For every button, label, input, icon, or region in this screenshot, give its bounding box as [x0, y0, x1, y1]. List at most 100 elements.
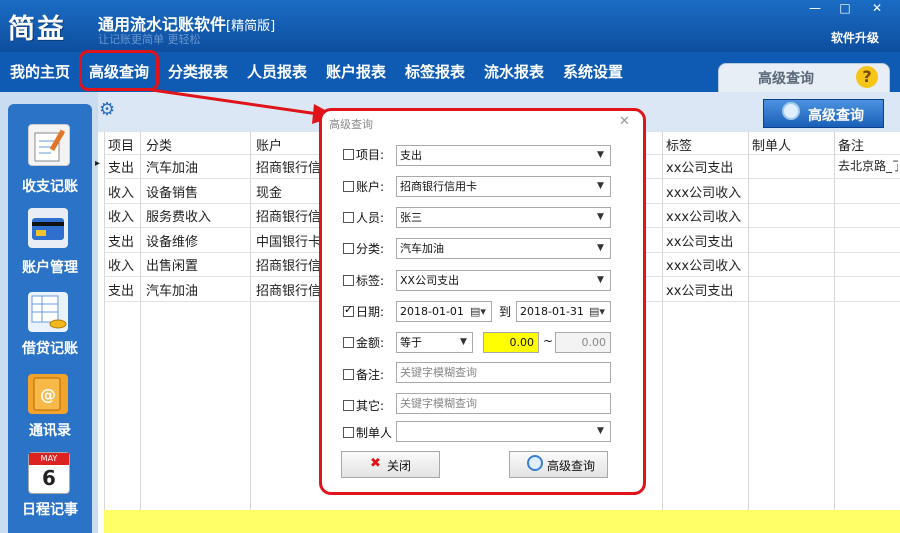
category-select[interactable]: 汽车加油 — [396, 238, 611, 259]
amount-label: 金额: — [356, 336, 385, 350]
nav-home[interactable]: 我的主页 — [10, 61, 70, 82]
cell-category: 设备销售 — [146, 185, 199, 201]
cell-tag: xxx公司收入 — [666, 210, 742, 225]
note-placeholder: 关键字模糊查询 — [400, 366, 477, 379]
date-label: 日期: — [356, 305, 385, 319]
dialog-search-button-label: 高级查询 — [547, 459, 596, 473]
app-edition: [精简版] — [226, 19, 276, 34]
sidebar-item-contacts[interactable]: 通讯录 — [8, 420, 92, 440]
maker-checkbox[interactable] — [343, 427, 354, 438]
note-checkbox[interactable] — [343, 369, 354, 380]
nav-flow-report[interactable]: 流水报表 — [484, 61, 544, 82]
nav-settings[interactable]: 系统设置 — [563, 61, 623, 82]
header-item[interactable]: 项目 — [108, 135, 134, 154]
nav-account-report[interactable]: 账户报表 — [326, 61, 386, 82]
dialog-close-icon[interactable]: ✕ — [619, 114, 630, 129]
highlight-frame-nav — [79, 50, 159, 91]
cell-account: 中国银行卡 — [256, 234, 322, 250]
cell-account: 招商银行信 — [256, 161, 322, 176]
nav-person-report[interactable]: 人员报表 — [247, 61, 307, 82]
minimize-button[interactable]: — — [804, 0, 826, 16]
header-account[interactable]: 账户 — [256, 135, 282, 154]
sidebar-item-loans[interactable]: 借贷记账 — [8, 338, 92, 358]
header-note[interactable]: 备注 — [838, 135, 864, 154]
coins-icon — [28, 292, 68, 332]
card-icon — [28, 208, 68, 248]
maker-select[interactable] — [396, 421, 611, 442]
date-to-label: 到 — [499, 305, 512, 319]
help-icon[interactable]: ? — [856, 66, 878, 88]
chevron-down-icon: ▼ — [597, 212, 604, 222]
sidebar-item-schedule[interactable]: 日程记事 — [8, 499, 92, 519]
header-maker[interactable]: 制单人 — [752, 135, 791, 154]
chevron-down-icon: ▼ — [460, 337, 467, 347]
account-value: 招商银行信用卡 — [400, 180, 477, 193]
item-label: 项目: — [356, 148, 385, 162]
calendar-month: MAY — [29, 453, 69, 465]
cell-category: 设备维修 — [146, 234, 199, 250]
item-value: 支出 — [400, 149, 422, 162]
cell-tag: xxx公司收入 — [666, 259, 742, 274]
cell-category: 出售闲置 — [146, 259, 199, 274]
sidebar-item-accounts[interactable]: 账户管理 — [8, 257, 92, 277]
header-tag[interactable]: 标签 — [666, 135, 692, 154]
close-window-button[interactable]: ✕ — [866, 0, 888, 16]
date-checkbox[interactable] — [343, 303, 354, 317]
person-label: 人员: — [356, 211, 385, 225]
cell-item: 收入 — [108, 185, 135, 201]
annotation-arrow — [151, 88, 336, 124]
svg-text:@: @ — [40, 385, 56, 404]
account-checkbox[interactable] — [343, 181, 354, 192]
calendar-day: 6 — [42, 466, 56, 490]
close-icon: ✖ — [370, 456, 381, 471]
person-checkbox[interactable] — [343, 212, 354, 223]
amount-min-input[interactable]: 0.00 — [483, 332, 539, 353]
category-checkbox[interactable] — [343, 243, 354, 254]
cell-account: 招商银行信 — [256, 210, 322, 225]
cell-tag: xxx公司收入 — [666, 185, 742, 201]
summary-bar — [104, 510, 900, 533]
cell-item: 支出 — [108, 283, 135, 299]
amount-max-value: 0.00 — [581, 336, 607, 349]
amount-operator-value: 等于 — [400, 336, 422, 349]
other-placeholder: 关键字模糊查询 — [400, 397, 477, 410]
chevron-down-icon: ▼ — [597, 181, 604, 191]
date-from-value: 2018-01-01 — [400, 305, 464, 318]
note-input[interactable]: 关键字模糊查询 — [396, 362, 611, 383]
calendar-icon: MAY 6 — [28, 452, 70, 494]
upgrade-link[interactable]: 软件升级 — [831, 29, 879, 46]
chevron-down-icon: ▼ — [597, 243, 604, 253]
gear-icon[interactable]: ⚙ — [99, 101, 117, 119]
note-label: 备注: — [356, 368, 385, 382]
tag-value: XX公司支出 — [400, 274, 460, 287]
amount-max-input[interactable]: 0.00 — [555, 332, 611, 353]
item-checkbox[interactable] — [343, 149, 354, 160]
header-category[interactable]: 分类 — [146, 135, 172, 154]
nav-tag-report[interactable]: 标签报表 — [405, 61, 465, 82]
tag-checkbox[interactable] — [343, 275, 354, 286]
dialog-close-button-label: 关闭 — [387, 459, 412, 473]
maximize-button[interactable]: □ — [834, 0, 856, 16]
other-checkbox[interactable] — [343, 400, 354, 411]
cell-account: 招商银行信 — [256, 283, 322, 299]
cell-category: 汽车加油 — [146, 283, 199, 299]
account-select[interactable]: 招商银行信用卡 — [396, 176, 611, 197]
app-subtitle: 让记账更简单 更轻松 — [98, 33, 201, 46]
sidebar-item-income-expense[interactable]: 收支记账 — [8, 176, 92, 196]
other-input[interactable]: 关键字模糊查询 — [396, 393, 611, 414]
cell-category: 服务费收入 — [146, 210, 212, 225]
maker-label: 制单人 — [356, 426, 393, 440]
magnifier-icon — [527, 455, 543, 471]
item-select[interactable]: 支出 — [396, 145, 611, 166]
amount-min-value: 0.00 — [509, 336, 535, 349]
magnifier-icon — [782, 102, 800, 120]
person-select[interactable]: 张三 — [396, 207, 611, 228]
date-to-value: 2018-01-31 — [520, 305, 584, 318]
cell-item: 支出 — [108, 161, 135, 176]
calendar-icon: ▤▾ — [589, 305, 605, 318]
amount-checkbox[interactable] — [343, 337, 354, 348]
tab-advanced-search-label: 高级查询 — [758, 71, 814, 87]
cell-account: 招商银行信 — [256, 259, 322, 274]
nav-category-report[interactable]: 分类报表 — [168, 61, 228, 82]
tag-select[interactable]: XX公司支出 — [396, 270, 611, 291]
